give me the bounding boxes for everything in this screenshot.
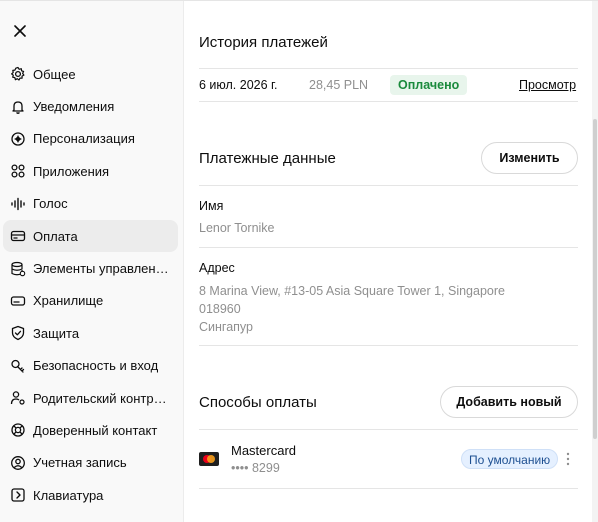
sidebar-item-security-protection[interactable]: Защита <box>3 317 178 349</box>
lifebuoy-icon <box>9 421 27 439</box>
card-brand: Mastercard <box>231 443 297 458</box>
parental-control-icon <box>9 389 27 407</box>
payment-date: 6 июл. 2026 г. <box>199 78 278 92</box>
divider <box>199 68 578 69</box>
card-number: •••• 8299 <box>231 461 280 475</box>
sidebar-item-apps[interactable]: Приложения <box>3 155 178 187</box>
sidebar-item-label: Персонализация <box>33 131 135 147</box>
sidebar-item-label: Родительский контроль <box>33 390 169 406</box>
settings-sidebar: Общее Уведомления Персонализация Приложе… <box>0 1 184 522</box>
keyboard-icon <box>9 486 27 504</box>
payment-history-title: История платежей <box>199 34 328 51</box>
close-button[interactable] <box>10 21 30 41</box>
sidebar-item-general[interactable]: Общее <box>3 58 178 90</box>
billing-details-title: Платежные данные <box>199 150 336 167</box>
change-billing-button[interactable]: Изменить <box>481 142 578 174</box>
status-badge: Оплачено <box>390 75 468 95</box>
address-label: Адрес <box>199 261 235 275</box>
divider <box>199 101 578 102</box>
payment-amount: 28,45 PLN <box>309 78 369 92</box>
gear-icon <box>9 65 27 83</box>
voice-waveform-icon <box>9 195 27 213</box>
sidebar-item-keyboard[interactable]: Клавиатура <box>3 479 178 511</box>
sidebar-item-label: Учетная запись <box>33 455 127 471</box>
sidebar-item-data-controls[interactable]: Элементы управления данными <box>3 252 178 284</box>
sidebar-item-label: Приложения <box>33 163 110 179</box>
default-badge: По умолчанию <box>461 449 559 469</box>
divider <box>199 247 578 248</box>
sidebar-item-payment[interactable]: Оплата <box>3 219 178 253</box>
more-vertical-icon <box>566 452 570 466</box>
sidebar-item-security-login[interactable]: Безопасность и вход <box>3 350 178 382</box>
sidebar-item-label: Безопасность и вход <box>33 358 159 374</box>
name-label: Имя <box>199 199 224 213</box>
scrollbar[interactable] <box>592 1 598 522</box>
divider <box>199 429 578 430</box>
bell-icon <box>9 98 27 116</box>
storage-icon <box>9 292 27 310</box>
sidebar-item-label: Элементы управления данными <box>33 261 169 277</box>
sidebar-item-label: Хранилище <box>33 293 104 309</box>
settings-window: Общее Уведомления Персонализация Приложе… <box>0 0 598 522</box>
sidebar-item-voice[interactable]: Голос <box>3 188 178 220</box>
card-more-options-button[interactable] <box>561 450 575 468</box>
shield-icon <box>9 324 27 342</box>
add-payment-method-button[interactable]: Добавить новый <box>440 386 578 418</box>
sidebar-item-parental-control[interactable]: Родительский контроль <box>3 382 178 414</box>
sidebar-item-label: Оплата <box>33 228 78 244</box>
credit-card-icon <box>9 227 27 245</box>
key-icon <box>9 357 27 375</box>
name-value: Lenor Tornike <box>199 221 275 235</box>
address-line-1: 8 Marina View, #13-05 Asia Square Tower … <box>199 284 505 298</box>
divider <box>199 185 578 186</box>
sidebar-item-storage[interactable]: Хранилище <box>3 285 178 317</box>
mastercard-logo-icon <box>199 452 219 466</box>
sidebar-item-trusted-contact[interactable]: Доверенный контакт <box>3 414 178 446</box>
sidebar-item-account[interactable]: Учетная запись <box>3 447 178 479</box>
payment-settings-panel: История платежей 6 июл. 2026 г. 28,45 PL… <box>184 1 598 522</box>
close-icon <box>14 25 26 37</box>
sidebar-item-label: Голос <box>33 196 68 212</box>
sidebar-item-label: Общее <box>33 66 76 82</box>
sidebar-item-notifications[interactable]: Уведомления <box>3 90 178 122</box>
divider <box>199 345 578 346</box>
payment-methods-title: Способы оплаты <box>199 394 317 411</box>
account-icon <box>9 454 27 472</box>
settings-nav: Общее Уведомления Персонализация Приложе… <box>0 58 184 511</box>
database-icon <box>9 260 27 278</box>
sidebar-item-label: Клавиатура <box>33 487 104 503</box>
scrollbar-thumb[interactable] <box>593 119 597 439</box>
sidebar-item-label: Доверенный контакт <box>33 422 158 438</box>
apps-grid-icon <box>9 162 27 180</box>
sidebar-item-label: Защита <box>33 325 80 341</box>
view-invoice-link[interactable]: Просмотр <box>519 78 576 92</box>
personalization-icon <box>9 130 27 148</box>
divider <box>199 488 578 489</box>
sidebar-item-personalization[interactable]: Персонализация <box>3 123 178 155</box>
address-line-3: Сингапур <box>199 320 253 334</box>
sidebar-item-label: Уведомления <box>33 99 115 115</box>
address-line-2: 018960 <box>199 302 241 316</box>
